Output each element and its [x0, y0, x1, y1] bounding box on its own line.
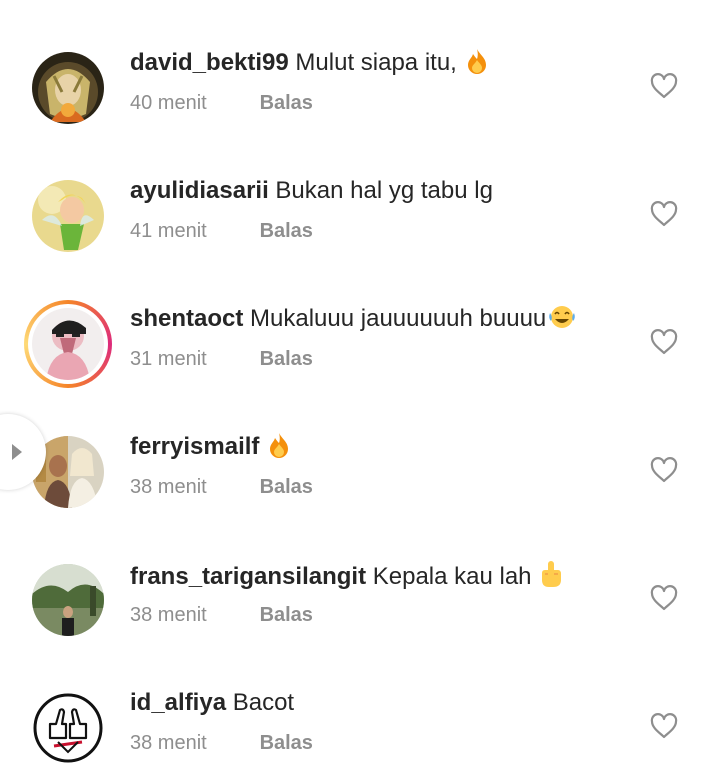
comment-item: ferryismailf 38 menit Balas — [0, 384, 720, 512]
heart-outline-icon[interactable] — [650, 585, 678, 611]
comment-username[interactable]: frans_tarigansilangit — [130, 563, 366, 590]
comment-time: 41 menit — [130, 220, 207, 242]
comment-body: Bacot — [232, 689, 295, 716]
comment-meta: 38 menit Balas — [130, 730, 313, 756]
comment-username[interactable]: david_bekti99 — [130, 49, 289, 76]
avatar-story-ring[interactable] — [24, 300, 112, 388]
comment-time: 38 menit — [130, 604, 207, 626]
comment-text: frans_tarigansilangit Kepala kau lah — [130, 560, 562, 596]
comment-meta: 41 menit Balas — [130, 218, 313, 244]
comment-meta: 38 menit Balas — [130, 474, 313, 500]
heart-outline-icon[interactable] — [650, 329, 678, 355]
comment-body: Kepala kau lah — [372, 563, 532, 590]
comment-meta: 31 menit Balas — [130, 346, 313, 372]
reply-button[interactable]: Balas — [260, 604, 313, 626]
reply-button[interactable]: Balas — [260, 476, 313, 498]
comment-text: shentaoct Mukaluuu jauuuuuuh buuuu — [130, 304, 576, 338]
heart-outline-icon[interactable] — [650, 457, 678, 483]
fire-emoji-icon — [466, 48, 488, 82]
comment-time: 38 menit — [130, 476, 207, 498]
comment-list: david_bekti99 Mulut siapa itu, 40 menit … — [0, 0, 720, 769]
comment-item: shentaoct Mukaluuu jauuuuuuh buuuu 31 me… — [0, 256, 720, 388]
middle-finger-emoji-icon — [540, 560, 562, 596]
comment-text: ayulidiasarii Bukan hal yg tabu lg — [130, 176, 493, 206]
reply-button[interactable]: Balas — [260, 220, 313, 242]
avatar[interactable] — [32, 564, 104, 636]
avatar[interactable] — [32, 180, 104, 252]
comment-username[interactable]: shentaoct — [130, 305, 243, 332]
comment-body: Mukaluuu jauuuuuuh buuuu — [250, 305, 547, 332]
comment-text: id_alfiya Bacot — [130, 688, 294, 718]
reply-button[interactable]: Balas — [260, 92, 313, 114]
reply-button[interactable]: Balas — [260, 732, 313, 754]
comment-item: id_alfiya Bacot 38 menit Balas — [0, 640, 720, 768]
heart-outline-icon[interactable] — [650, 73, 678, 99]
comment-time: 31 menit — [130, 348, 207, 370]
comment-item: ayulidiasarii Bukan hal yg tabu lg 41 me… — [0, 128, 720, 256]
heart-outline-icon[interactable] — [650, 713, 678, 739]
comment-username[interactable]: id_alfiya — [130, 689, 226, 716]
comment-username[interactable]: ayulidiasarii — [130, 177, 269, 204]
comment-meta: 40 menit Balas — [130, 90, 313, 116]
comment-time: 38 menit — [130, 732, 207, 754]
avatar[interactable] — [32, 692, 104, 764]
comment-item: frans_tarigansilangit Kepala kau lah 38 … — [0, 512, 720, 640]
laughing-emoji-icon — [548, 304, 576, 338]
avatar[interactable] — [32, 52, 104, 124]
heart-outline-icon[interactable] — [650, 201, 678, 227]
fire-emoji-icon — [268, 432, 290, 466]
play-arrow-icon — [12, 444, 22, 460]
comment-body: Mulut siapa itu, — [295, 49, 457, 76]
comment-time: 40 menit — [130, 92, 207, 114]
comment-body: Bukan hal yg tabu lg — [275, 177, 493, 204]
comment-meta: 38 menit Balas — [130, 602, 313, 628]
comment-username[interactable]: ferryismailf — [130, 433, 259, 460]
comment-text: ferryismailf — [130, 432, 290, 466]
comment-text: david_bekti99 Mulut siapa itu, — [130, 48, 488, 82]
avatar — [32, 308, 104, 380]
reply-button[interactable]: Balas — [260, 348, 313, 370]
comment-item: david_bekti99 Mulut siapa itu, 40 menit … — [0, 0, 720, 128]
